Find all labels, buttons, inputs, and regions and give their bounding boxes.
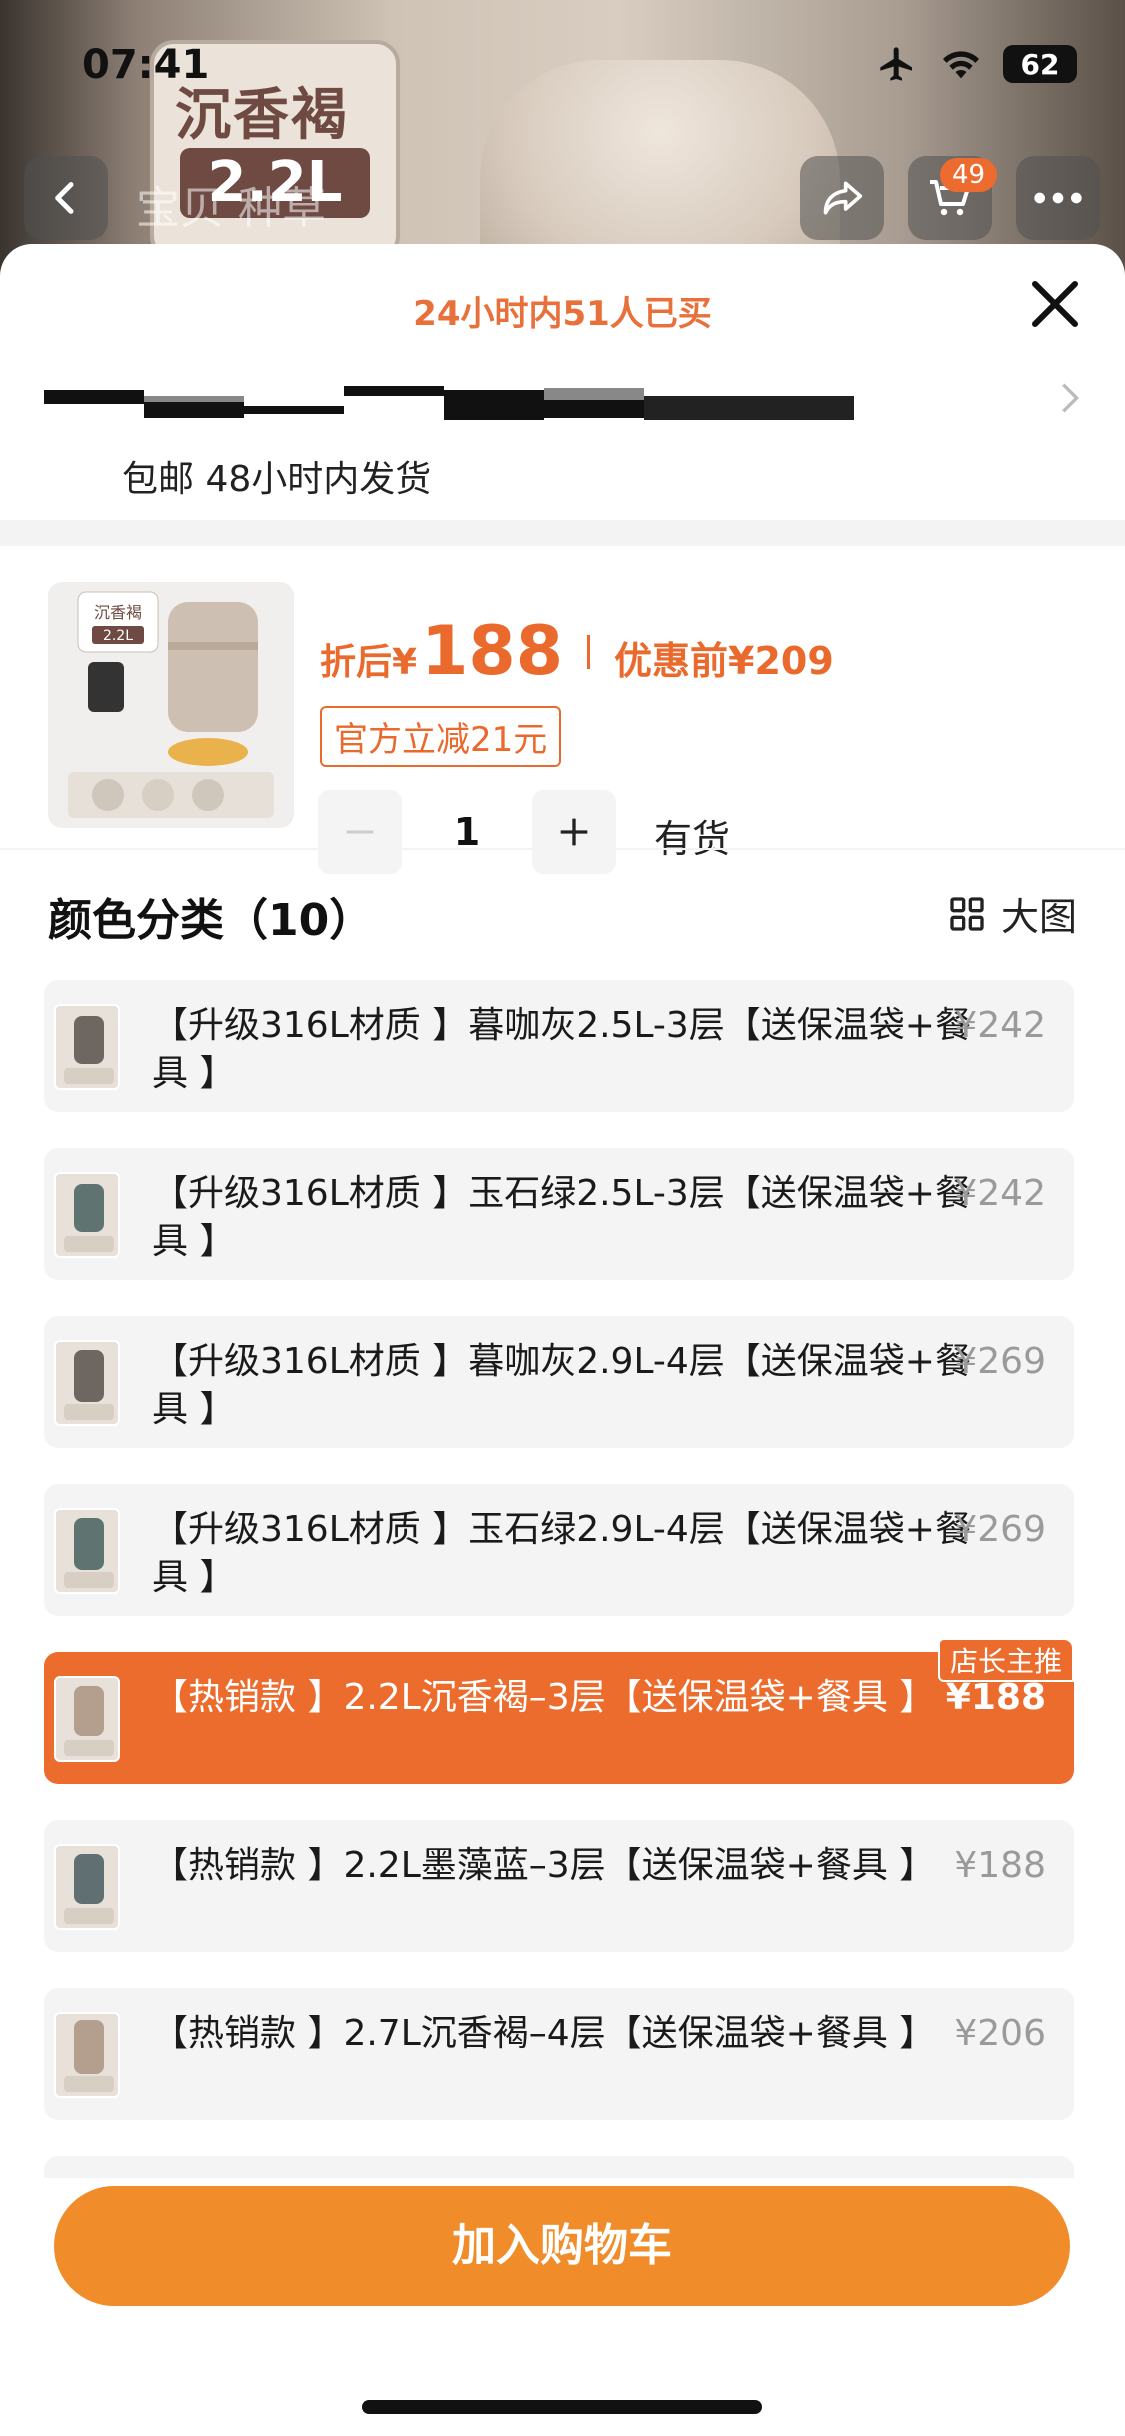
bottom-action-area: 加入购物车	[0, 2178, 1125, 2436]
sku-option-thumbnail	[54, 1844, 120, 1930]
sku-option-list: 【升级316L材质 】暮咖灰2.5L-3层【送保温袋+餐具 】 ¥242 【升级…	[44, 980, 1074, 2232]
sku-option-thumbnail	[54, 1004, 120, 1090]
airplane-icon	[880, 47, 912, 81]
shipping-info: 包邮 48小时内发货	[122, 459, 432, 500]
battery-indicator: 62	[1003, 45, 1077, 83]
sku-option-price: ¥188	[954, 1845, 1046, 1886]
sku-option-selected[interactable]: 店长主推 【热销款 】2.2L沉香褐–3层【送保温袋+餐具 】 ¥188	[44, 1638, 1074, 1784]
status-bar: 07:41 62	[0, 0, 1125, 140]
chevron-right-icon[interactable]	[1055, 378, 1085, 418]
original-price-label: 优惠前	[614, 639, 729, 683]
chevron-left-icon	[55, 182, 74, 214]
stock-status: 有货	[654, 817, 731, 861]
product-thumbnail[interactable]: 沉香褐 2.2L	[48, 582, 294, 828]
wifi-icon	[943, 51, 979, 79]
product-summary: 沉香褐 2.2L 折后 ¥ 188 优惠前 ¥209 官方立减21元 1 有货	[0, 546, 1125, 874]
sku-option[interactable]: 【热销款 】2.7L沉香褐–4层【送保温袋+餐具 】 ¥206	[44, 1988, 1074, 2120]
sku-option-label: 【热销款 】2.2L沉香褐–3层【送保温袋+餐具 】	[152, 1677, 936, 1718]
close-icon[interactable]	[1025, 274, 1085, 334]
discount-price: 188	[421, 612, 564, 691]
more-dots-icon	[1034, 192, 1082, 204]
sku-option-price: ¥269	[954, 1509, 1046, 1550]
plus-icon	[560, 818, 588, 846]
big-view-toggle[interactable]: 大图	[947, 886, 1077, 941]
grid-icon	[950, 896, 984, 931]
coupon-tag: 官方立减21元	[320, 706, 562, 767]
sku-option-price: ¥188	[945, 1677, 1046, 1718]
price-row: 折后 ¥ 188 优惠前 ¥209	[320, 612, 834, 691]
sku-option-price: ¥242	[954, 1173, 1046, 1214]
section-divider	[0, 520, 1125, 546]
share-icon	[823, 181, 863, 215]
sku-option[interactable]: 【升级316L材质 】暮咖灰2.9L-4层【送保温袋+餐具 】 ¥269	[44, 1316, 1074, 1448]
sku-option-label: 【升级316L材质 】暮咖灰2.5L-3层【送保温袋+餐具 】	[152, 1005, 971, 1094]
original-price: ¥209	[728, 639, 834, 683]
sku-option[interactable]: 【升级316L材质 】玉石绿2.5L-3层【送保温袋+餐具 】 ¥242	[44, 1148, 1074, 1280]
sku-option-thumbnail	[54, 1340, 120, 1426]
sku-option-price: ¥269	[954, 1341, 1046, 1382]
price-separator	[587, 634, 591, 669]
cart-count-badge: 49	[940, 158, 998, 192]
quantity-value[interactable]: 1	[402, 790, 532, 874]
sku-option-thumbnail	[54, 2012, 120, 2098]
more-button[interactable]	[1016, 156, 1100, 240]
quantity-increase-button[interactable]	[532, 790, 616, 874]
sku-option-label: 【热销款 】2.2L墨藻蓝–3层【送保温袋+餐具 】	[152, 1845, 936, 1886]
sku-option-thumbnail	[54, 1676, 120, 1762]
discount-price-label: 折后	[320, 642, 393, 683]
status-time: 07:41	[82, 42, 210, 88]
sku-option-label: 【升级316L材质 】暮咖灰2.9L-4层【送保温袋+餐具 】	[152, 1341, 971, 1430]
sku-option[interactable]: 【升级316L材质 】玉石绿2.9L-4层【送保温袋+餐具 】 ¥269	[44, 1484, 1074, 1616]
nav-tabs-title: 宝贝 种草	[136, 183, 326, 234]
sku-option[interactable]: 【热销款 】2.2L墨藻蓝–3层【送保温袋+餐具 】 ¥188	[44, 1820, 1074, 1952]
big-view-label: 大图	[1000, 895, 1077, 939]
section-divider-thin	[0, 848, 1125, 850]
thumb-size-text: 2.2L	[103, 628, 133, 644]
sku-option-thumbnail	[54, 1172, 120, 1258]
sold-count-banner: 24小时内51人已买	[413, 294, 712, 334]
sku-option-label: 【升级316L材质 】玉石绿2.9L-4层【送保温袋+餐具 】	[152, 1509, 971, 1598]
currency-symbol: ¥	[392, 642, 418, 683]
back-button[interactable]	[24, 156, 108, 240]
add-to-cart-button[interactable]: 加入购物车	[54, 2186, 1070, 2306]
share-button[interactable]	[800, 156, 884, 240]
thumb-tag-text: 沉香褐	[94, 603, 142, 622]
sku-sheet: 24小时内51人已买 包邮 48小时内发货 沉香褐 2.2L 折后 ¥ 188 …	[0, 244, 1125, 2436]
minus-icon	[346, 830, 374, 834]
color-category-title: 颜色分类（10）	[48, 895, 374, 946]
quantity-decrease-button[interactable]	[318, 790, 402, 874]
sku-option-label: 【热销款 】2.7L沉香褐–4层【送保温袋+餐具 】	[152, 2013, 936, 2054]
redacted-address-bar[interactable]	[44, 382, 854, 422]
sku-option-price: ¥242	[954, 1005, 1046, 1046]
status-icons: 62	[875, 44, 1077, 84]
sku-option-label: 【升级316L材质 】玉石绿2.5L-3层【送保温袋+餐具 】	[152, 1173, 971, 1262]
sku-option-thumbnail	[54, 1508, 120, 1594]
sku-option-price: ¥206	[954, 2013, 1046, 2054]
product-thumbnail-art: 沉香褐 2.2L	[68, 591, 274, 818]
home-indicator	[362, 2400, 762, 2414]
sku-option[interactable]: 【升级316L材质 】暮咖灰2.5L-3层【送保温袋+餐具 】 ¥242	[44, 980, 1074, 1112]
